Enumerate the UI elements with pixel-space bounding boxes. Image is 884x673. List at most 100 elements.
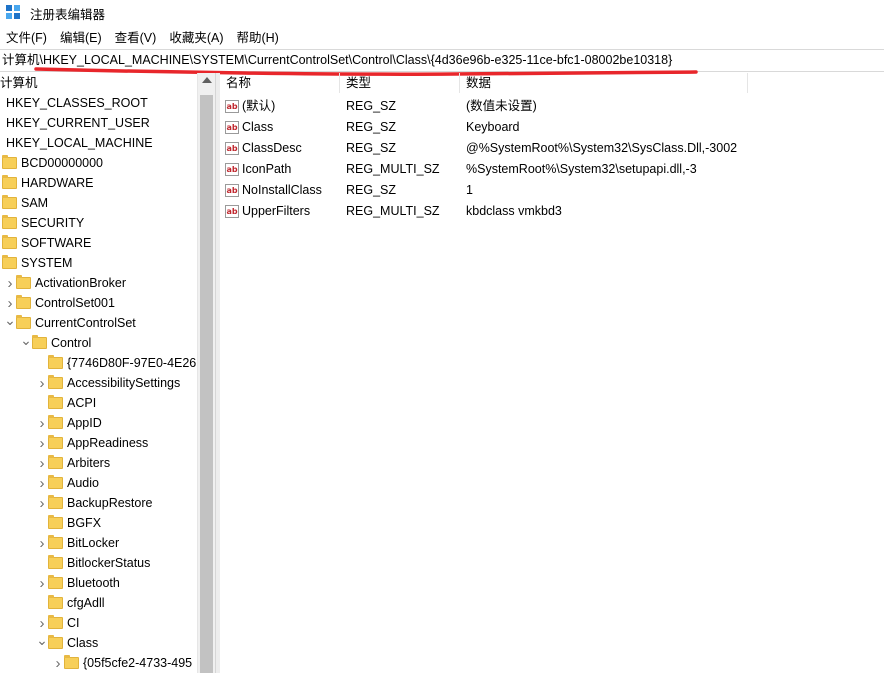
tree-item[interactable]: ›Audio — [36, 473, 99, 493]
string-value-icon: ab — [225, 100, 239, 113]
chevron-spacer — [36, 393, 48, 413]
chevron-right-icon[interactable]: › — [52, 653, 64, 673]
tree-item[interactable]: ›Bluetooth — [36, 573, 120, 593]
value-data: @%SystemRoot%\System32\SysClass.Dll,-300… — [466, 138, 737, 159]
tree-item-label: HKEY_CURRENT_USER — [6, 113, 150, 133]
tree-item[interactable]: SAM — [2, 193, 48, 213]
value-row[interactable]: abUpperFiltersREG_MULTI_SZkbdclass vmkbd… — [220, 201, 562, 222]
tree-item[interactable]: BGFX — [36, 513, 101, 533]
menu-file[interactable]: 文件(F) — [0, 27, 53, 49]
value-name: IconPath — [242, 159, 346, 180]
folder-icon — [48, 537, 63, 549]
folder-icon — [48, 557, 63, 569]
tree-item[interactable]: ›ControlSet001 — [4, 293, 115, 313]
value-type: REG_MULTI_SZ — [346, 159, 466, 180]
chevron-right-icon[interactable]: › — [36, 533, 48, 553]
tree-item-label: ActivationBroker — [35, 273, 126, 293]
menu-bar: 文件(F) 编辑(E) 查看(V) 收藏夹(A) 帮助(H) — [0, 27, 286, 49]
value-row[interactable]: abClassDescREG_SZ@%SystemRoot%\System32\… — [220, 138, 737, 159]
folder-icon — [48, 457, 63, 469]
chevron-right-icon[interactable]: › — [36, 573, 48, 593]
tree-item[interactable]: ›Arbiters — [36, 453, 110, 473]
chevron-right-icon[interactable]: › — [36, 493, 48, 513]
value-name: ClassDesc — [242, 138, 346, 159]
tree-item-label: BCD00000000 — [21, 153, 103, 173]
tree-item[interactable]: ›AccessibilitySettings — [36, 373, 180, 393]
tree-item[interactable]: 计算机 — [0, 73, 38, 93]
tree-item[interactable]: BCD00000000 — [2, 153, 103, 173]
chevron-right-icon[interactable]: › — [36, 373, 48, 393]
tree-item-label: SOFTWARE — [21, 233, 91, 253]
chevron-right-icon[interactable]: › — [36, 473, 48, 493]
tree-item[interactable]: › ActivationBroker — [4, 273, 126, 293]
tree-item-label: HARDWARE — [21, 173, 93, 193]
tree-item[interactable]: BitlockerStatus — [36, 553, 150, 573]
menu-favorites[interactable]: 收藏夹(A) — [163, 27, 229, 49]
folder-icon — [48, 577, 63, 589]
tree-item[interactable]: HKEY_CURRENT_USER — [6, 113, 150, 133]
folder-icon — [2, 157, 17, 169]
value-row[interactable]: abIconPathREG_MULTI_SZ%SystemRoot%\Syste… — [220, 159, 697, 180]
registry-tree[interactable]: 计算机HKEY_CLASSES_ROOTHKEY_CURRENT_USERHKE… — [0, 73, 197, 673]
chevron-down-icon[interactable]: ⌄ — [4, 310, 16, 330]
tree-item[interactable]: SOFTWARE — [2, 233, 91, 253]
tree-item[interactable]: HARDWARE — [2, 173, 93, 193]
tree-item[interactable]: › AppReadiness — [36, 433, 148, 453]
tree-item[interactable]: ⌄Class — [36, 633, 98, 653]
value-row[interactable]: abNoInstallClassREG_SZ1 — [220, 180, 473, 201]
folder-icon — [2, 257, 17, 269]
tree-item-label: AppReadiness — [67, 433, 148, 453]
tree-item[interactable]: cfgAdll — [36, 593, 105, 613]
tree-item-label: ACPI — [67, 393, 96, 413]
chevron-right-icon[interactable]: › — [36, 413, 48, 433]
chevron-spacer — [36, 513, 48, 533]
value-data: 1 — [466, 180, 473, 201]
value-row[interactable]: abClassREG_SZKeyboard — [220, 117, 520, 138]
tree-scrollbar[interactable] — [197, 73, 215, 673]
tree-item[interactable]: HKEY_LOCAL_MACHINE — [6, 133, 153, 153]
scroll-up-arrow-icon[interactable] — [202, 77, 212, 83]
folder-icon — [48, 597, 63, 609]
chevron-down-icon[interactable]: ⌄ — [36, 630, 48, 650]
title-bar: 注册表编辑器 — [0, 0, 884, 26]
tree-item[interactable]: {7746D80F-97E0-4E26 — [36, 353, 196, 373]
menu-view[interactable]: 查看(V) — [109, 27, 163, 49]
scroll-thumb[interactable] — [200, 95, 213, 673]
tree-item[interactable]: ACPI — [36, 393, 96, 413]
column-header-name[interactable]: 名称 — [220, 73, 340, 93]
column-header-data[interactable]: 数据 — [460, 73, 748, 93]
tree-item-label: BackupRestore — [67, 493, 152, 513]
tree-item[interactable]: SECURITY — [2, 213, 84, 233]
tree-item[interactable]: HKEY_CLASSES_ROOT — [6, 93, 148, 113]
value-type: REG_SZ — [346, 117, 466, 138]
chevron-right-icon[interactable]: › — [36, 453, 48, 473]
folder-icon — [48, 617, 63, 629]
chevron-right-icon[interactable]: › — [4, 273, 16, 293]
tree-item[interactable]: ⌄Control — [20, 333, 91, 353]
tree-item-label: BitLocker — [67, 533, 119, 553]
tree-item-label: CI — [67, 613, 80, 633]
folder-icon — [48, 637, 63, 649]
value-type: REG_SZ — [346, 138, 466, 159]
tree-item-label: HKEY_CLASSES_ROOT — [6, 93, 148, 113]
menu-edit[interactable]: 编辑(E) — [54, 27, 108, 49]
chevron-down-icon[interactable]: ⌄ — [20, 330, 32, 350]
chevron-right-icon[interactable]: › — [36, 433, 48, 453]
column-header-type[interactable]: 类型 — [340, 73, 460, 93]
value-row[interactable]: ab(默认)REG_SZ(数值未设置) — [220, 96, 537, 117]
tree-item-label: SECURITY — [21, 213, 84, 233]
tree-item[interactable]: › BitLocker — [36, 533, 119, 553]
value-type: REG_SZ — [346, 96, 466, 117]
tree-item-label: BitlockerStatus — [67, 553, 150, 573]
tree-item[interactable]: SYSTEM — [2, 253, 72, 273]
value-data: Keyboard — [466, 117, 520, 138]
tree-item[interactable]: ›{05f5cfe2-4733-495 — [52, 653, 192, 673]
folder-icon — [2, 177, 17, 189]
tree-item[interactable]: › BackupRestore — [36, 493, 152, 513]
tree-item[interactable]: ›AppID — [36, 413, 102, 433]
value-name: Class — [242, 117, 346, 138]
value-type: REG_SZ — [346, 180, 466, 201]
address-path: 计算机\HKEY_LOCAL_MACHINE\SYSTEM\CurrentCon… — [2, 53, 672, 67]
menu-help[interactable]: 帮助(H) — [230, 27, 284, 49]
folder-icon — [48, 477, 63, 489]
